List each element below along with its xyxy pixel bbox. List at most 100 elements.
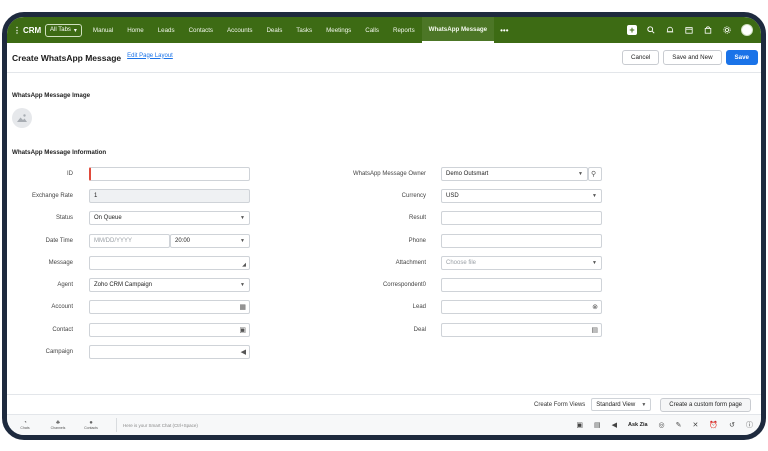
lead-lookup[interactable]: ⊗ — [441, 300, 602, 314]
app-window: ⋮ CRM All Tabs ▾ Manual Home Leads Conta… — [2, 12, 766, 440]
chevron-down-icon: ▼ — [240, 238, 245, 244]
files-icon[interactable]: ▤ — [594, 421, 601, 429]
resize-handle-icon: ◢ — [242, 262, 246, 268]
gear-icon[interactable] — [722, 25, 732, 35]
top-right-icons: + — [627, 24, 753, 36]
mute-icon[interactable]: ✕ — [693, 421, 699, 429]
id-input[interactable] — [89, 167, 250, 181]
message-label: Message — [48, 260, 73, 266]
search-icon[interactable] — [646, 25, 656, 35]
tab-home[interactable]: Home — [120, 17, 151, 43]
agent-select[interactable]: Zoho CRM Campaign ▼ — [89, 278, 250, 292]
all-tabs-label: All Tabs — [50, 27, 71, 33]
megaphone-icon[interactable]: ◀ — [241, 348, 246, 356]
form-view-select[interactable]: Standard View ▼ — [591, 398, 652, 411]
more-tabs-button[interactable]: ••• — [494, 17, 514, 43]
campaign-lookup[interactable]: ◀ — [89, 345, 250, 359]
save-button[interactable]: Save — [725, 50, 758, 65]
tab-leads[interactable]: Leads — [151, 17, 182, 43]
notes-icon[interactable]: ▣ — [576, 421, 583, 429]
contact-lookup[interactable]: ▣ — [89, 323, 250, 337]
channels-label: Channels — [50, 426, 66, 430]
tab-reports[interactable]: Reports — [386, 17, 422, 43]
owner-value: Demo Outsmart — [446, 171, 489, 177]
owner-label: WhatsApp Message Owner — [352, 171, 426, 177]
image-section-title: WhatsApp Message Image — [12, 92, 91, 99]
phone-input[interactable] — [441, 234, 602, 248]
save-and-new-button[interactable]: Save and New — [663, 50, 722, 65]
image-upload-placeholder[interactable] — [12, 108, 32, 128]
tab-accounts[interactable]: Accounts — [220, 17, 259, 43]
tab-manual[interactable]: Manual — [86, 17, 120, 43]
create-custom-form-page-button[interactable]: Create a custom form page — [660, 397, 751, 412]
bottom-right-tools: ▣ ▤ ◀ Ask Zia ◎ ✎ ✕ ⏰ ↺ ⓘ — [576, 420, 753, 430]
image-icon — [17, 114, 27, 122]
owner-lookup-button[interactable]: ⚲ — [588, 167, 602, 181]
ask-zia-button[interactable]: Ask Zia — [628, 422, 648, 428]
chats-label: Chats — [20, 426, 30, 430]
tab-deals[interactable]: Deals — [259, 17, 289, 43]
all-tabs-dropdown[interactable]: All Tabs ▾ — [45, 23, 82, 37]
calendar-icon[interactable] — [684, 25, 694, 35]
user-avatar[interactable] — [741, 24, 753, 36]
tab-calls[interactable]: Calls — [358, 17, 386, 43]
phone-label: Phone — [408, 238, 426, 244]
crm-logo[interactable]: ⋮ CRM — [13, 26, 41, 35]
id-label: ID — [67, 171, 73, 177]
smart-chat-input[interactable]: Here is your Smart Chat (Ctrl+Space) — [116, 418, 198, 432]
tab-whatsapp-message[interactable]: WhatsApp Message — [421, 17, 495, 43]
account-lookup[interactable]: ▦ — [89, 300, 250, 314]
owner-select[interactable]: Demo Outsmart ▼ — [441, 167, 588, 181]
attachment-select[interactable]: Choose file ▼ — [441, 256, 602, 270]
contacts-button[interactable]: ● Contacts — [76, 420, 106, 430]
time-value: 20:00 — [175, 238, 191, 244]
brand-label: CRM — [23, 25, 42, 35]
attachment-label: Attachment — [395, 260, 426, 266]
bottom-bar: ◔ Chats ♣ Channels ● Contacts Here is yo… — [7, 414, 761, 435]
status-value: On Queue — [94, 215, 122, 221]
edit-icon[interactable]: ✎ — [676, 421, 682, 429]
history-icon[interactable]: ↺ — [729, 421, 735, 429]
header-actions: Cancel Save and New Save — [622, 50, 758, 65]
channels-button[interactable]: ♣ Channels — [43, 420, 73, 430]
chevron-down-icon: ▼ — [592, 260, 597, 266]
zia-icon[interactable]: ◎ — [659, 421, 665, 429]
chevron-down-icon: ▼ — [240, 282, 245, 288]
contacts-label: Contacts — [84, 426, 98, 430]
top-nav-bar: ⋮ CRM All Tabs ▾ Manual Home Leads Conta… — [7, 17, 761, 43]
alarm-icon[interactable]: ⏰ — [709, 421, 718, 429]
chevron-down-icon: ▼ — [578, 171, 583, 177]
tab-tasks[interactable]: Tasks — [289, 17, 319, 43]
bell-icon[interactable] — [665, 25, 675, 35]
exchange-rate-input[interactable]: 1 — [89, 189, 250, 203]
deal-label: Deal — [413, 327, 426, 333]
status-label: Status — [55, 215, 73, 221]
result-label: Result — [408, 215, 426, 221]
time-select[interactable]: 20:00 ▼ — [170, 234, 250, 248]
account-lookup-icon[interactable]: ▦ — [239, 303, 246, 311]
marketplace-icon[interactable] — [703, 25, 713, 35]
status-select[interactable]: On Queue ▼ — [89, 211, 250, 225]
date-input[interactable]: MM/DD/YYYY — [89, 234, 170, 248]
message-textarea[interactable]: ◢ — [89, 256, 250, 270]
contact-lookup-icon[interactable]: ▣ — [239, 326, 246, 334]
page-header: Create WhatsApp Message Edit Page Layout… — [7, 43, 761, 73]
tab-contacts[interactable]: Contacts — [182, 17, 220, 43]
cancel-button[interactable]: Cancel — [622, 50, 660, 65]
chats-button[interactable]: ◔ Chats — [10, 420, 40, 430]
user-icon: ⚲ — [591, 171, 597, 178]
form-view-value: Standard View — [596, 401, 636, 408]
tab-meetings[interactable]: Meetings — [319, 17, 358, 43]
attachment-placeholder: Choose file — [446, 260, 477, 266]
plus-icon[interactable]: + — [627, 25, 637, 35]
edit-page-layout-link[interactable]: Edit Page Layout — [127, 53, 173, 59]
correspondent-input[interactable] — [441, 278, 602, 292]
result-input[interactable] — [441, 211, 602, 225]
currency-select[interactable]: USD ▼ — [441, 189, 602, 203]
deal-lookup[interactable]: ▤ — [441, 323, 602, 337]
announce-icon[interactable]: ◀ — [612, 421, 617, 429]
lead-lookup-icon[interactable]: ⊗ — [592, 303, 598, 311]
form-views-bar: Create Form Views Standard View ▼ Create… — [7, 394, 761, 414]
info-icon[interactable]: ⓘ — [746, 420, 753, 430]
deal-lookup-icon[interactable]: ▤ — [591, 326, 598, 334]
